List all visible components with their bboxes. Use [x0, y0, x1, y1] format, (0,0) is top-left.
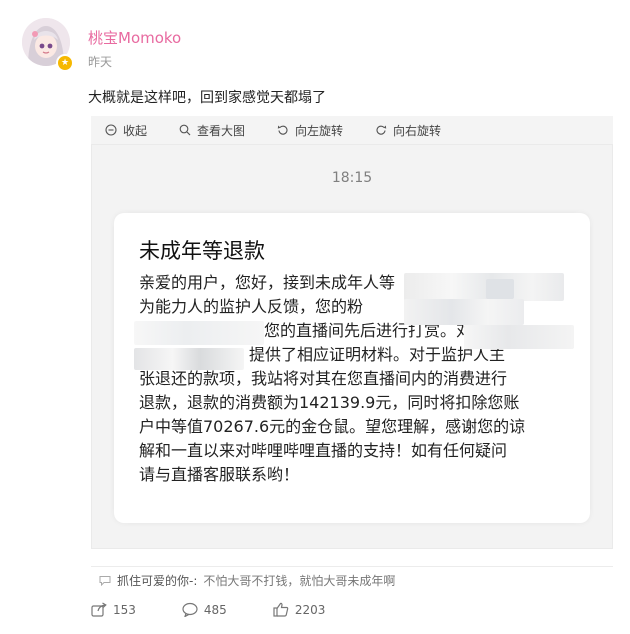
screenshot-time: 18:15	[331, 170, 373, 186]
search-icon	[179, 124, 191, 136]
body-line: 退款，退款的消费额为142139.9元，同时将扣除您账	[139, 393, 520, 412]
view-large-label: 查看大图	[197, 123, 246, 138]
notification-title: 未成年等退款	[139, 239, 265, 263]
redaction-mosaic	[404, 299, 524, 325]
rotate-left-label: 向左旋转	[295, 123, 344, 138]
username[interactable]: 桃宝Momoko	[88, 27, 181, 48]
rotate-right-icon	[376, 125, 387, 135]
share-count: 153	[113, 602, 136, 617]
share-button[interactable]: 153	[91, 602, 136, 617]
redaction-mosaic	[404, 273, 564, 301]
redaction-mosaic	[134, 321, 264, 345]
like-count: 2203	[294, 602, 326, 617]
post-image[interactable]: 18:15 未成年等退款 亲爱的用户，您好，接到未成年人等 为能力人的监护人反馈…	[91, 144, 613, 549]
share-icon	[91, 602, 107, 617]
comment-bubble-icon	[99, 575, 111, 586]
body-line: 请与直播客服联系哟！	[139, 465, 300, 484]
post-actions: 153 485 2203	[91, 602, 371, 617]
comment-author[interactable]: 抓住可爱的你-:	[117, 572, 197, 589]
rotate-right-button[interactable]: 向右旋转	[375, 122, 441, 139]
post-time: 昨天	[88, 55, 113, 69]
comment-text: 不怕大哥不打钱，就怕大哥未成年啊	[203, 573, 396, 588]
like-button[interactable]: 2203	[273, 602, 326, 617]
comment-button[interactable]: 485	[182, 602, 227, 617]
comment-icon	[182, 602, 198, 617]
body-line: 解和一直以来对哔哩哔哩直播的支持！如有任何疑问	[139, 441, 508, 460]
rotate-left-button[interactable]: 向左旋转	[277, 122, 343, 139]
redaction-mosaic	[134, 348, 244, 370]
redaction-mosaic	[486, 279, 514, 299]
top-comment[interactable]: 抓住可爱的你-: 不怕大哥不打钱，就怕大哥未成年啊	[91, 566, 613, 591]
comment-count: 485	[203, 602, 227, 617]
redaction-mosaic	[464, 325, 574, 349]
collapse-label: 收起	[123, 123, 148, 138]
view-large-button[interactable]: 查看大图	[179, 122, 245, 139]
body-line: 户中等值70267.6元的金仓鼠。望您理解，感谢您的谅	[139, 417, 526, 436]
rotate-right-label: 向右旋转	[393, 123, 442, 138]
rotate-left-icon	[277, 125, 288, 135]
body-line: 张退还的款项，我站将对其在您直播间内的消费进行	[139, 369, 508, 388]
image-toolbar: 收起 查看大图 向左旋转 向右旋转	[91, 116, 613, 144]
thumbs-up-icon	[273, 602, 289, 617]
collapse-button[interactable]: 收起	[105, 122, 147, 139]
collapse-icon	[105, 124, 117, 136]
notification-card: 未成年等退款 亲爱的用户，您好，接到未成年人等 为能力人的监护人反馈，您的粉 您…	[114, 213, 590, 523]
post-text: 大概就是这样吧，回到家感觉天都塌了	[88, 90, 326, 106]
verified-badge-icon: ★	[56, 54, 74, 72]
